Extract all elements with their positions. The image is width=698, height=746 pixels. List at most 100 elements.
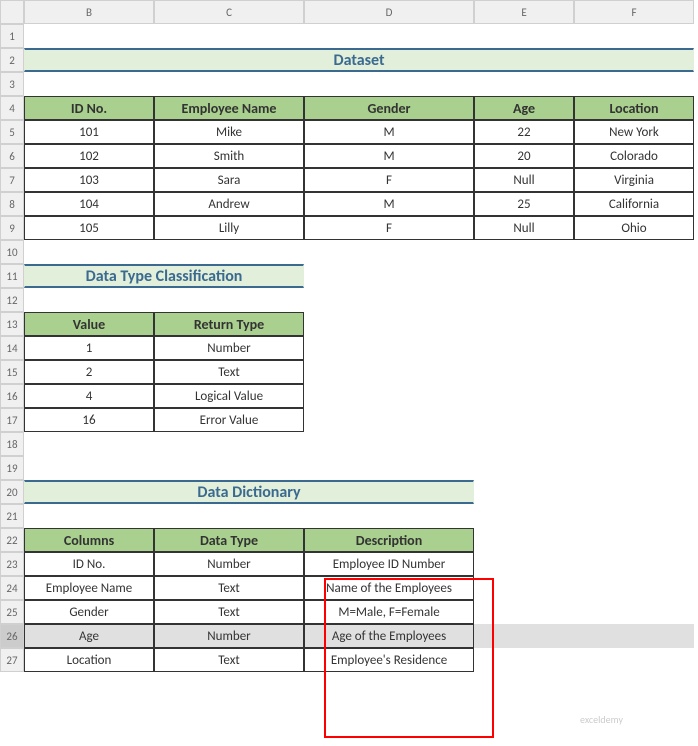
dataset-cell[interactable]: Andrew bbox=[154, 192, 304, 216]
empty-cell[interactable] bbox=[304, 456, 474, 480]
column-header-E[interactable]: E bbox=[474, 0, 574, 24]
class-cell[interactable]: Text bbox=[154, 360, 304, 384]
dict-cell[interactable]: Gender bbox=[24, 600, 154, 624]
dict-cell[interactable]: Employee's Residence bbox=[304, 648, 474, 672]
empty-cell[interactable] bbox=[474, 384, 574, 408]
dataset-cell[interactable]: 20 bbox=[474, 144, 574, 168]
dataset-cell[interactable]: Sara bbox=[154, 168, 304, 192]
column-header-D[interactable]: D bbox=[304, 0, 474, 24]
empty-cell[interactable] bbox=[24, 504, 154, 528]
empty-cell[interactable] bbox=[24, 240, 154, 264]
row-header-7[interactable]: 7 bbox=[0, 168, 24, 192]
empty-cell[interactable] bbox=[154, 288, 304, 312]
class-cell[interactable]: 16 bbox=[24, 408, 154, 432]
empty-cell[interactable] bbox=[474, 456, 574, 480]
dict-cell[interactable]: Age bbox=[24, 624, 154, 648]
dict-cell[interactable]: Text bbox=[154, 648, 304, 672]
empty-cell[interactable] bbox=[474, 24, 574, 48]
dataset-cell[interactable]: Colorado bbox=[574, 144, 694, 168]
empty-cell[interactable] bbox=[304, 360, 474, 384]
dataset-cell[interactable]: F bbox=[304, 168, 474, 192]
empty-cell[interactable] bbox=[574, 528, 694, 552]
dict-header[interactable]: Description bbox=[304, 528, 474, 552]
empty-cell[interactable] bbox=[154, 432, 304, 456]
row-header-27[interactable]: 27 bbox=[0, 648, 24, 672]
empty-cell[interactable] bbox=[474, 600, 574, 624]
dictionary-title[interactable]: Data Dictionary bbox=[24, 480, 474, 504]
dataset-cell[interactable]: Virginia bbox=[574, 168, 694, 192]
empty-cell[interactable] bbox=[474, 504, 574, 528]
row-header-8[interactable]: 8 bbox=[0, 192, 24, 216]
empty-cell[interactable] bbox=[24, 456, 154, 480]
row-header-14[interactable]: 14 bbox=[0, 336, 24, 360]
empty-cell[interactable] bbox=[154, 504, 304, 528]
row-header-9[interactable]: 9 bbox=[0, 216, 24, 240]
dataset-cell[interactable]: 22 bbox=[474, 120, 574, 144]
row-header-18[interactable]: 18 bbox=[0, 432, 24, 456]
row-header-15[interactable]: 15 bbox=[0, 360, 24, 384]
row-header-21[interactable]: 21 bbox=[0, 504, 24, 528]
empty-cell[interactable] bbox=[574, 312, 694, 336]
empty-cell[interactable] bbox=[574, 408, 694, 432]
empty-cell[interactable] bbox=[574, 384, 694, 408]
empty-cell[interactable] bbox=[574, 24, 694, 48]
row-header-12[interactable]: 12 bbox=[0, 288, 24, 312]
row-header-19[interactable]: 19 bbox=[0, 456, 24, 480]
dataset-header[interactable]: Gender bbox=[304, 96, 474, 120]
empty-cell[interactable] bbox=[154, 240, 304, 264]
dict-cell[interactable]: Age of the Employees bbox=[304, 624, 474, 648]
dict-cell[interactable]: Name of the Employees bbox=[304, 576, 474, 600]
row-header-2[interactable]: 2 bbox=[0, 48, 24, 72]
dict-cell[interactable]: Location bbox=[24, 648, 154, 672]
empty-cell[interactable] bbox=[474, 72, 574, 96]
dict-cell[interactable]: Text bbox=[154, 600, 304, 624]
empty-cell[interactable] bbox=[304, 72, 474, 96]
dict-cell[interactable]: Number bbox=[154, 552, 304, 576]
dict-header[interactable]: Columns bbox=[24, 528, 154, 552]
row-header-25[interactable]: 25 bbox=[0, 600, 24, 624]
empty-cell[interactable] bbox=[304, 312, 474, 336]
dataset-cell[interactable]: 102 bbox=[24, 144, 154, 168]
dataset-cell[interactable]: Ohio bbox=[574, 216, 694, 240]
empty-cell[interactable] bbox=[474, 432, 574, 456]
row-header-13[interactable]: 13 bbox=[0, 312, 24, 336]
select-all-corner[interactable] bbox=[0, 0, 24, 24]
empty-cell[interactable] bbox=[304, 504, 474, 528]
dataset-cell[interactable]: California bbox=[574, 192, 694, 216]
empty-cell[interactable] bbox=[474, 648, 574, 672]
dataset-header[interactable]: ID No. bbox=[24, 96, 154, 120]
row-header-4[interactable]: 4 bbox=[0, 96, 24, 120]
dataset-header[interactable]: Employee Name bbox=[154, 96, 304, 120]
empty-cell[interactable] bbox=[574, 336, 694, 360]
empty-cell[interactable] bbox=[574, 72, 694, 96]
dataset-cell[interactable]: Mike bbox=[154, 120, 304, 144]
dataset-header[interactable]: Age bbox=[474, 96, 574, 120]
dataset-cell[interactable]: F bbox=[304, 216, 474, 240]
dict-cell[interactable]: M=Male, F=Female bbox=[304, 600, 474, 624]
empty-cell[interactable] bbox=[574, 504, 694, 528]
empty-cell[interactable] bbox=[574, 552, 694, 576]
row-header-5[interactable]: 5 bbox=[0, 120, 24, 144]
dataset-cell[interactable]: Lilly bbox=[154, 216, 304, 240]
empty-cell[interactable] bbox=[574, 456, 694, 480]
column-header-F[interactable]: F bbox=[574, 0, 694, 24]
empty-cell[interactable] bbox=[154, 456, 304, 480]
empty-cell[interactable] bbox=[304, 288, 474, 312]
empty-cell[interactable] bbox=[574, 288, 694, 312]
row-header-20[interactable]: 20 bbox=[0, 480, 24, 504]
empty-cell[interactable] bbox=[304, 432, 474, 456]
dict-cell[interactable]: Employee ID Number bbox=[304, 552, 474, 576]
class-cell[interactable]: 1 bbox=[24, 336, 154, 360]
empty-cell[interactable] bbox=[474, 240, 574, 264]
empty-cell[interactable] bbox=[574, 624, 694, 648]
class-header[interactable]: Value bbox=[24, 312, 154, 336]
empty-cell[interactable] bbox=[304, 408, 474, 432]
dataset-cell[interactable]: New York bbox=[574, 120, 694, 144]
row-header-1[interactable]: 1 bbox=[0, 24, 24, 48]
class-cell[interactable]: 4 bbox=[24, 384, 154, 408]
empty-cell[interactable] bbox=[474, 480, 574, 504]
dataset-cell[interactable]: Smith bbox=[154, 144, 304, 168]
dataset-cell[interactable]: 101 bbox=[24, 120, 154, 144]
row-header-10[interactable]: 10 bbox=[0, 240, 24, 264]
empty-cell[interactable] bbox=[574, 264, 694, 288]
